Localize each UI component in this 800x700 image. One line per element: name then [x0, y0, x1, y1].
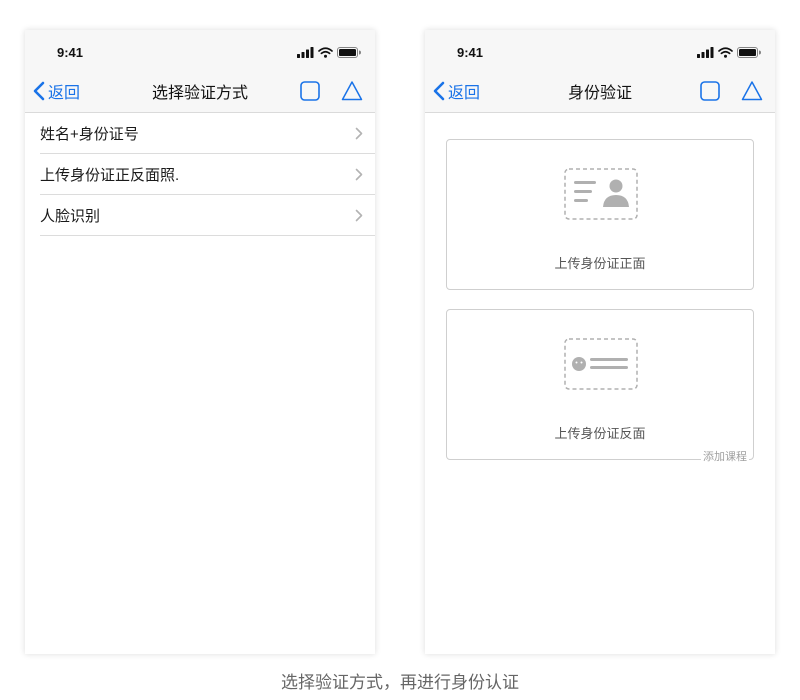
status-time: 9:41 [457, 44, 484, 60]
phone-screen-select-method: 9:41 返回 选择验证方式 姓名+身份证号 上传身份证正反面照. 人脸识别 [25, 30, 375, 654]
id-card-back-icon [564, 338, 638, 390]
status-bar: 9:41 [425, 30, 775, 70]
back-label: 返回 [448, 85, 481, 102]
signal-icon [697, 46, 714, 58]
back-button[interactable]: 返回 [32, 70, 80, 112]
list-item-label: 人脸识别 [40, 207, 101, 225]
wifi-icon [318, 46, 333, 58]
upload-id-front-card[interactable]: 上传身份证正面 [446, 139, 754, 290]
battery-icon [737, 46, 761, 58]
system-icons [697, 46, 761, 58]
list-item-upload-id-photos[interactable]: 上传身份证正反面照. [40, 154, 375, 195]
add-course-label: 添加课程 [701, 448, 749, 464]
status-time: 9:41 [57, 44, 84, 60]
stage: 9:41 返回 选择验证方式 姓名+身份证号 上传身份证正反面照. 人脸识别 9… [0, 0, 800, 700]
status-bar: 9:41 [25, 30, 375, 70]
square-icon[interactable] [699, 80, 721, 102]
phone-screen-identity-verification: 9:41 返回 身份验证 上传身份证正面 上传身份证反面 [425, 30, 775, 654]
triangle-icon[interactable] [341, 80, 363, 102]
card-label: 上传身份证正面 [554, 256, 646, 271]
back-button[interactable]: 返回 [432, 70, 480, 112]
verification-method-list: 姓名+身份证号 上传身份证正反面照. 人脸识别 [25, 113, 375, 236]
chevron-right-icon [355, 127, 363, 139]
chevron-left-icon [433, 81, 445, 101]
list-item-face-recognition[interactable]: 人脸识别 [40, 195, 375, 236]
system-icons [297, 46, 361, 58]
chevron-right-icon [355, 168, 363, 180]
list-item-label: 上传身份证正反面照. [40, 166, 180, 184]
battery-icon [337, 46, 361, 58]
square-icon[interactable] [299, 80, 321, 102]
triangle-icon[interactable] [741, 80, 763, 102]
chevron-right-icon [355, 209, 363, 221]
chevron-left-icon [33, 81, 45, 101]
back-label: 返回 [48, 85, 81, 102]
list-item-name-id-number[interactable]: 姓名+身份证号 [40, 113, 375, 154]
card-label: 上传身份证反面 [554, 426, 646, 441]
wifi-icon [718, 46, 733, 58]
nav-bar: 返回 身份验证 [425, 70, 775, 113]
signal-icon [297, 46, 314, 58]
upload-id-back-card[interactable]: 上传身份证反面 [446, 309, 754, 460]
list-item-label: 姓名+身份证号 [40, 125, 139, 143]
id-card-front-icon [564, 168, 638, 220]
figure-caption: 选择验证方式，再进行身份认证 [281, 673, 519, 692]
nav-bar: 返回 选择验证方式 [25, 70, 375, 113]
